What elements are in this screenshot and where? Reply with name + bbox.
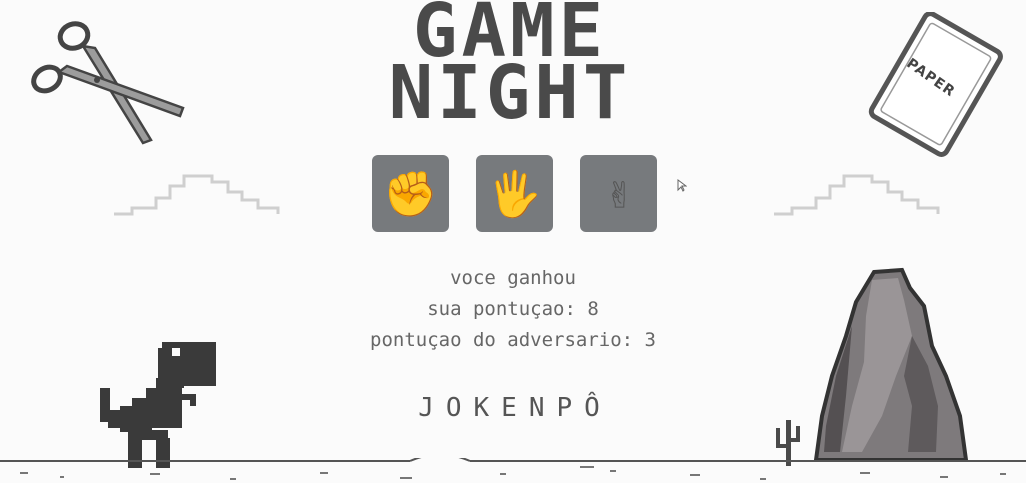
result-text: voce ganhou — [450, 267, 576, 289]
title-line-2: NIGHT — [388, 50, 632, 136]
rock-button[interactable]: ✊ — [372, 155, 449, 232]
player-score: sua pontuçao: 8 — [427, 298, 599, 320]
dino-icon — [100, 342, 216, 468]
game-title: GAME NIGHT — [340, 0, 680, 136]
paper-button[interactable]: 🖐 — [476, 155, 553, 232]
paper-card: PAPER — [863, 11, 1003, 162]
open-hand-emoji-icon: 🖐 — [487, 168, 542, 220]
right-cloud-icon — [774, 174, 940, 216]
mouse-cursor-icon — [677, 179, 687, 192]
choice-buttons: ✊ 🖐 ✌ — [372, 155, 657, 232]
left-cloud-icon — [114, 174, 280, 216]
ground-line — [0, 458, 1026, 480]
jokenpo-subtitle: JOKENPÔ — [418, 393, 612, 423]
game-status: voce ganhou sua pontuçao: 8 pontuçao do … — [313, 263, 713, 356]
victory-hand-emoji-icon: ✌ — [605, 168, 632, 219]
opponent-score: pontuçao do adversario: 3 — [370, 329, 656, 351]
scissors-button[interactable]: ✌ — [580, 155, 657, 232]
scissors-icon — [31, 21, 185, 145]
rock-icon — [813, 267, 969, 462]
fist-emoji-icon: ✊ — [383, 168, 438, 220]
